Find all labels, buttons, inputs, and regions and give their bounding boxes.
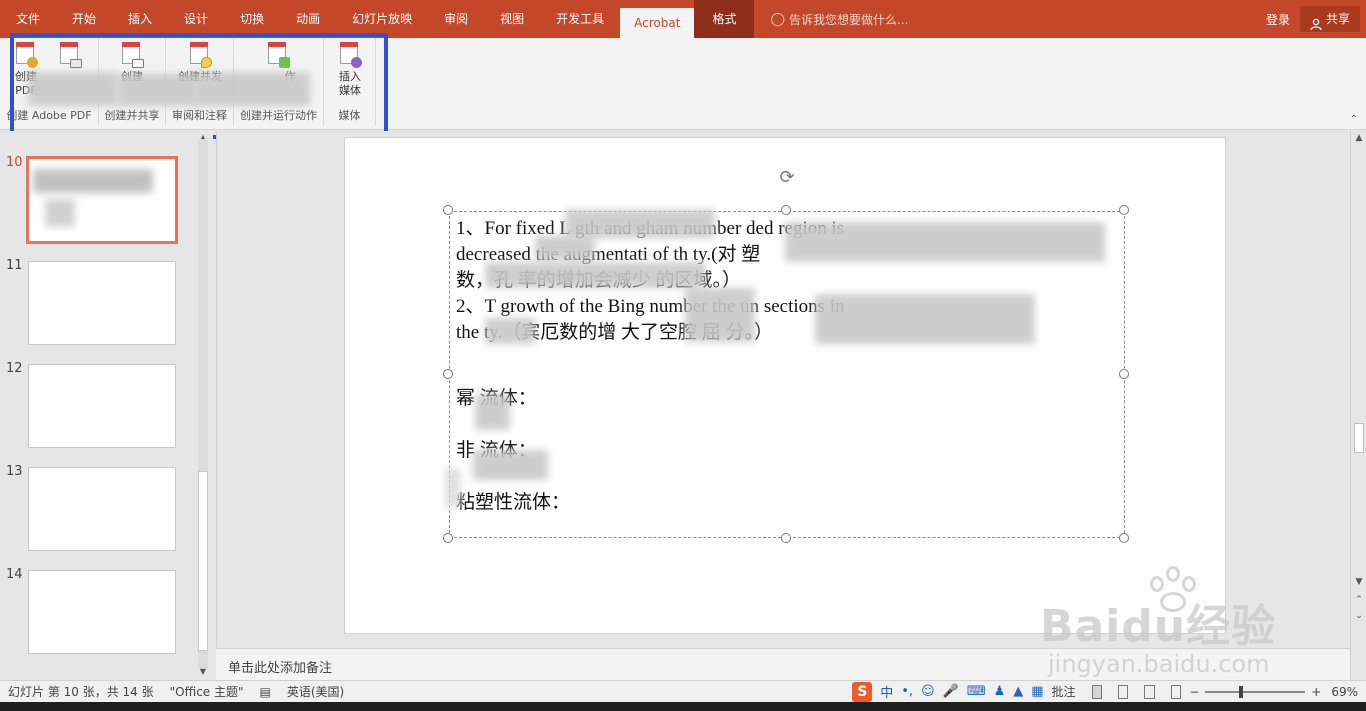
tab-view[interactable]: 视图 [484,0,540,38]
resize-handle[interactable] [443,533,453,543]
blur-overlay [785,222,1105,262]
prev-slide-icon[interactable]: ⌃ [1353,595,1365,605]
zoom-level[interactable]: 69% [1331,685,1358,699]
collapse-ribbon-icon[interactable]: ⌃ [1350,114,1358,125]
blur-overlay [815,294,1035,344]
next-slide-icon[interactable]: ⌄ [1353,611,1365,621]
share-button[interactable]: 共享 [1299,6,1360,32]
resize-handle[interactable] [443,369,453,379]
notes-placeholder: 单击此处添加备注 [228,661,333,676]
slideshow-button[interactable] [1170,684,1182,699]
blur-overlay [535,236,595,260]
resize-handle[interactable] [781,205,791,215]
slide-thumbnail-13[interactable] [28,467,176,551]
zoom-in-icon[interactable]: + [1311,685,1321,699]
zoom-control: − + 69% [1189,685,1358,699]
slide-thumbnail-10[interactable] [26,156,178,244]
slide-thumbnail-14[interactable] [28,570,176,654]
highlight-box [10,33,388,139]
punctuation-icon[interactable]: •, [901,684,913,699]
thumbnail-scrollbar[interactable]: ▲ ▼ [196,131,210,680]
comments-button[interactable]: 批注 [1044,683,1084,700]
emoji-icon[interactable]: ☺ [921,684,935,699]
resize-handle[interactable] [443,205,453,215]
tab-developer[interactable]: 开发工具 [540,0,620,38]
blur-overlay [485,262,705,288]
login-link[interactable]: 登录 [1256,11,1300,28]
menu-right: 登录 共享 [1256,0,1366,38]
reading-view-button[interactable] [1144,684,1155,699]
zoom-slider[interactable] [1205,685,1306,698]
slide-counter: 幻灯片 第 10 张，共 14 张 [8,685,154,699]
share-label: 共享 [1325,12,1350,26]
sogou-icon[interactable]: S [852,681,873,702]
paw-icon [1142,566,1202,616]
blur-overlay [475,394,510,430]
grid-icon[interactable]: ▦ [1031,684,1043,699]
tell-me-placeholder: 告诉我您想要做什么... [789,12,909,27]
text-line [456,412,1118,438]
tab-acrobat[interactable]: Acrobat [620,8,695,38]
skin-icon[interactable]: ▲ [1013,684,1023,699]
text-line [456,464,1118,490]
blur-overlay [45,199,75,227]
chinese-mode-icon[interactable]: 中 [880,682,893,701]
ime-toolbar: S 中 •, ☺ 🎤 ⌨ ♟ ▲ ▦ [852,681,1044,702]
microphone-icon[interactable]: 🎤 [943,684,959,699]
scroll-up-icon[interactable]: ▲ [1353,133,1365,143]
thumb-number: 10 [6,155,23,170]
blur-overlay [445,468,461,508]
scroll-thumb[interactable] [1354,423,1364,453]
blur-overlay [485,318,535,344]
zoom-knob[interactable] [1239,685,1244,698]
text-line: 粘塑性流体： [456,492,571,513]
scroll-thumb[interactable] [198,471,208,651]
resize-handle[interactable] [1119,205,1129,215]
status-bar: 幻灯片 第 10 张，共 14 张 "Office 主题" ▤ 英语(美国) S… [0,680,1366,702]
slide-thumbnail-12[interactable] [28,364,176,448]
thumb-number: 12 [6,361,23,376]
thumb-number: 14 [6,567,23,582]
tab-format[interactable]: 格式 [694,0,755,38]
text-line [456,346,1118,372]
language-indicator[interactable]: 英语(美国) [279,683,352,700]
text-line: 幂 流体： [456,388,537,409]
tell-me-search[interactable]: ◯ 告诉我您想要做什么... [770,11,908,28]
baidu-watermark: Baidu经验 jingyan.baidu.com [1040,566,1340,680]
blur-overlay [565,210,715,238]
resize-handle[interactable] [1119,369,1129,379]
scroll-down-icon[interactable]: ▼ [198,667,208,677]
thumb-number: 11 [6,258,23,273]
blur-overlay [473,450,548,480]
resize-handle[interactable] [781,533,791,543]
editor-scrollbar[interactable]: ▲ ▼ ⌃ ⌄ [1350,131,1366,680]
scroll-down-icon[interactable]: ▼ [1353,577,1365,587]
blur-overlay [33,169,153,193]
normal-view-button[interactable] [1091,684,1102,699]
spellcheck-icon[interactable]: ▤ [252,685,279,699]
blur-overlay [685,288,755,342]
user-icon[interactable]: ♟ [994,684,1006,699]
resize-handle[interactable] [1119,533,1129,543]
zoom-out-icon[interactable]: − [1189,685,1199,699]
user-icon [1310,13,1322,31]
taskbar-strip [0,702,1366,711]
lightbulb-icon: ◯ [770,11,786,27]
rotate-handle-icon[interactable]: ⟳ [776,167,798,189]
theme-name: "Office 主题" [169,685,244,699]
watermark-url: jingyan.baidu.com [1048,650,1270,678]
slide-thumbnail-11[interactable] [28,261,176,345]
tab-review[interactable]: 审阅 [428,0,484,38]
thumb-number: 13 [6,464,23,479]
slide-sorter-button[interactable] [1117,684,1129,699]
text-line: 非 流体： [456,440,537,461]
keyboard-icon[interactable]: ⌨ [967,684,986,699]
slide-thumbnail-pane: 10 11 12 13 14 [0,131,213,680]
